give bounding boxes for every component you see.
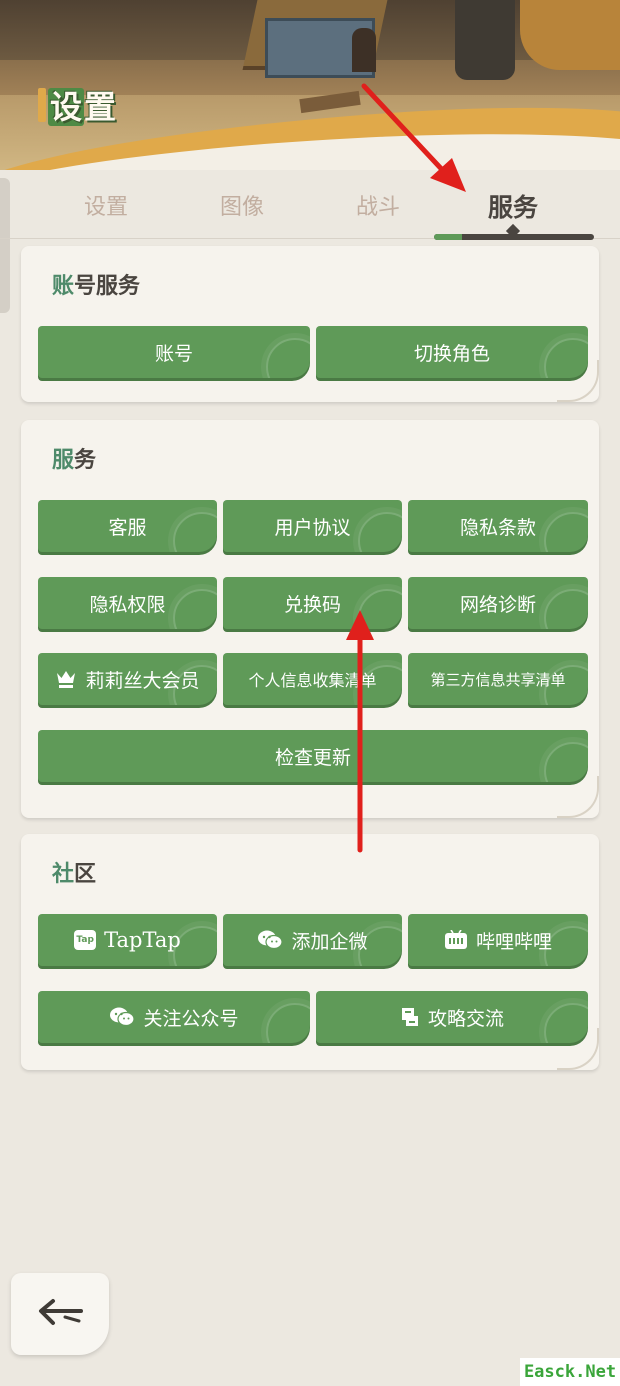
user-agreement-label: 用户协议 <box>274 516 351 539</box>
community-title-accent: 社 <box>52 862 75 887</box>
switch-character-button[interactable]: 切换角色 <box>316 326 588 378</box>
wechat-icon <box>109 1006 136 1028</box>
account-services-card: 账号服务 账号 切换角色 <box>21 246 599 402</box>
add-wecom-label: 添加企微 <box>291 930 368 953</box>
account-services-title-accent: 账 <box>52 274 75 299</box>
bilibili-label: 哔哩哔哩 <box>475 930 552 953</box>
third-party-sharing-label: 第三方信息共享清单 <box>430 670 566 689</box>
settings-logo: 设置 <box>38 82 116 128</box>
service-title: 服务 <box>52 442 96 474</box>
banner-hay <box>520 0 620 70</box>
logo-title-rest: 置 <box>84 88 117 126</box>
logo-title-first: 设 <box>48 88 85 126</box>
account-button-label: 账号 <box>154 342 193 365</box>
privacy-permissions-button[interactable]: 隐私权限 <box>38 577 217 629</box>
network-diagnosis-label: 网络诊断 <box>459 593 536 616</box>
crown-icon <box>55 669 77 689</box>
redeem-code-label: 兑换码 <box>283 593 341 616</box>
tab-graphics[interactable]: 图像 <box>172 180 312 236</box>
tab-combat[interactable]: 战斗 <box>308 180 448 236</box>
bilibili-icon <box>444 930 468 950</box>
check-update-button[interactable]: 检查更新 <box>38 730 588 782</box>
lilith-membership-button[interactable]: 莉莉丝大会员 <box>38 653 217 705</box>
community-title: 社区 <box>52 856 96 888</box>
follow-official-account-button[interactable]: 关注公众号 <box>38 991 310 1043</box>
follow-official-account-label: 关注公众号 <box>143 1007 239 1030</box>
privacy-permissions-label: 隐私权限 <box>89 593 166 616</box>
tab-bar: 设置 图像 战斗 服务 <box>0 180 620 240</box>
account-services-title-rest: 号服务 <box>74 274 141 299</box>
privacy-terms-button[interactable]: 隐私条款 <box>408 500 588 552</box>
wechat-icon <box>257 929 284 951</box>
taptap-label: TapTap <box>104 928 181 952</box>
account-services-title: 账号服务 <box>52 268 140 300</box>
user-agreement-button[interactable]: 用户协议 <box>223 500 402 552</box>
network-diagnosis-button[interactable]: 网络诊断 <box>408 577 588 629</box>
service-title-accent: 服 <box>52 448 75 473</box>
guide-exchange-button[interactable]: 攻略交流 <box>316 991 588 1043</box>
customer-service-label: 客服 <box>108 516 147 539</box>
service-title-rest: 务 <box>74 448 97 473</box>
add-wecom-button[interactable]: 添加企微 <box>223 914 402 966</box>
service-card: 服务 客服 用户协议 隐私条款 隐私权限 兑换码 网络诊断 莉莉丝大会员 个人信… <box>21 420 599 818</box>
redeem-code-button[interactable]: 兑换码 <box>223 577 402 629</box>
account-button[interactable]: 账号 <box>38 326 310 378</box>
banner-tower <box>455 0 515 80</box>
tab-active-indicator <box>434 234 594 240</box>
bilibili-button[interactable]: 哔哩哔哩 <box>408 914 588 966</box>
back-button[interactable] <box>11 1273 109 1355</box>
privacy-terms-label: 隐私条款 <box>459 516 536 539</box>
banner-door <box>352 28 376 72</box>
switch-character-label: 切换角色 <box>413 342 490 365</box>
tab-settings[interactable]: 设置 <box>36 180 176 236</box>
taptap-icon: Tap <box>74 930 97 950</box>
back-arrow-icon <box>35 1297 85 1331</box>
lilith-membership-label: 莉莉丝大会员 <box>85 669 200 692</box>
guide-icon <box>400 1006 420 1028</box>
logo-mark <box>38 88 46 122</box>
taptap-button[interactable]: Tap TapTap <box>38 914 217 966</box>
customer-service-button[interactable]: 客服 <box>38 500 217 552</box>
community-title-rest: 区 <box>74 862 97 887</box>
taptap-icon-text: Tap <box>74 930 97 950</box>
community-card: 社区 Tap TapTap 添加企微 哔哩哔哩 关注公众号 攻略交流 <box>21 834 599 1070</box>
logo-title: 设置 <box>48 82 116 128</box>
guide-exchange-label: 攻略交流 <box>427 1007 504 1030</box>
third-party-sharing-button[interactable]: 第三方信息共享清单 <box>408 653 588 705</box>
personal-info-list-label: 个人信息收集清单 <box>248 671 377 690</box>
personal-info-list-button[interactable]: 个人信息收集清单 <box>223 653 402 705</box>
watermark: Easck.Net <box>520 1358 620 1386</box>
check-update-label: 检查更新 <box>274 746 351 769</box>
